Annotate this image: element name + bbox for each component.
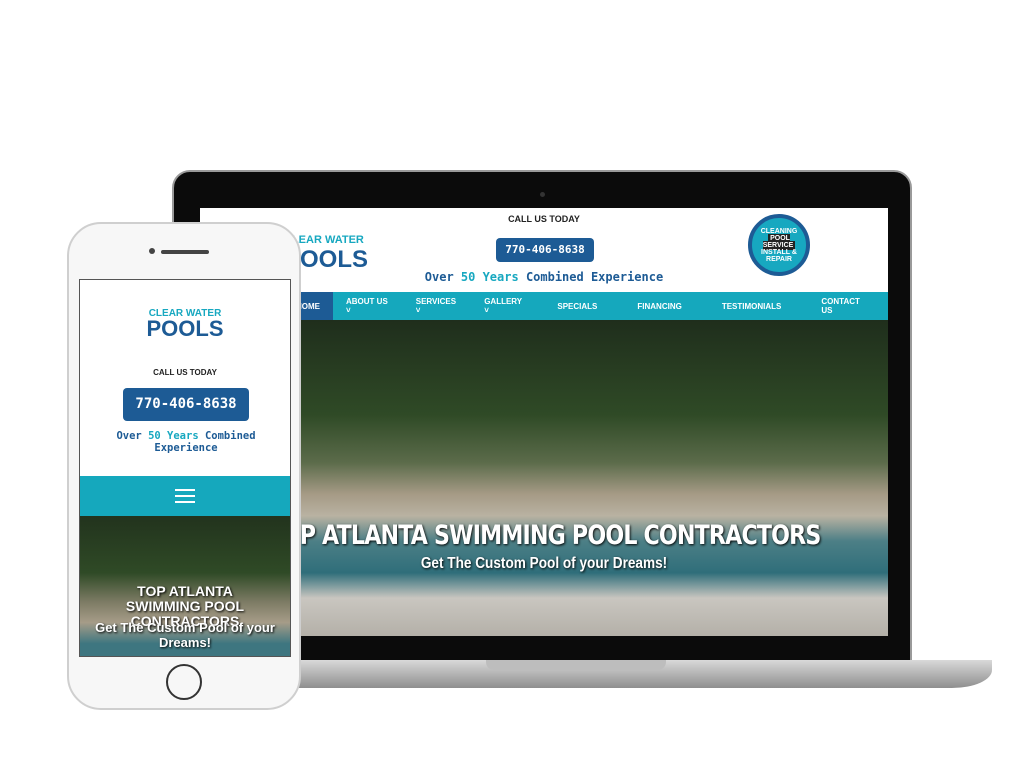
nav-testimonials[interactable]: TESTIMONIALS — [702, 292, 802, 320]
hero-subtitle: Get The Custom Pool of your Dreams! — [420, 555, 668, 572]
nav-financing[interactable]: FINANCING — [617, 292, 701, 320]
mobile-experience-text: Over 50 Years Combined Experience — [116, 430, 256, 454]
phone-mockup: CLEAR WATER POOLS CALL US TODAY 770-406-8… — [67, 222, 301, 710]
site-header: CLEAR WATER POOLS CALL US TODAY 770-406-8… — [200, 208, 888, 292]
mobile-hero-subtitle: Get The Custom Pool of your Dreams! — [95, 620, 275, 650]
logo-bottom: POOLS — [146, 316, 224, 341]
camera-icon — [540, 192, 545, 197]
phone-button[interactable]: 770-406-8638 — [496, 238, 594, 262]
laptop-notch — [486, 660, 666, 670]
phone-screen: CLEAR WATER POOLS CALL US TODAY 770-406-8… — [79, 279, 291, 657]
main-nav: HOME ABOUT US ˅ SERVICES ˅ GALLERY ˅ SPE… — [200, 292, 888, 320]
menu-icon[interactable] — [175, 489, 195, 503]
phone-camera-icon — [149, 248, 155, 254]
hero-banner: TOP ATLANTA SWIMMING POOL CONTRACTORS Ge… — [200, 320, 888, 636]
mobile-nav — [80, 476, 290, 516]
nav-gallery[interactable]: GALLERY ˅ — [471, 292, 537, 320]
mobile-logo[interactable]: CLEAR WATER POOLS — [80, 308, 290, 341]
mobile-hero: TOP ATLANTA SWIMMING POOL CONTRACTORS Ge… — [80, 516, 290, 656]
nav-services[interactable]: SERVICES ˅ — [403, 292, 471, 320]
nav-about[interactable]: ABOUT US ˅ — [333, 292, 403, 320]
phone-speaker — [161, 250, 209, 254]
home-button — [166, 664, 202, 700]
nav-specials[interactable]: SPECIALS — [537, 292, 617, 320]
mobile-phone-button[interactable]: 770-406-8638 — [123, 388, 249, 421]
laptop-screen: CLEAR WATER POOLS CALL US TODAY 770-406-8… — [200, 208, 888, 636]
pool-service-badge: CLEANING POOL SERVICE INSTALL & REPAIR — [748, 214, 810, 276]
nav-contact[interactable]: CONTACT US — [801, 292, 888, 320]
mobile-call-label: CALL US TODAY — [153, 368, 217, 377]
hero-title: TOP ATLANTA SWIMMING POOL CONTRACTORS — [267, 520, 821, 551]
